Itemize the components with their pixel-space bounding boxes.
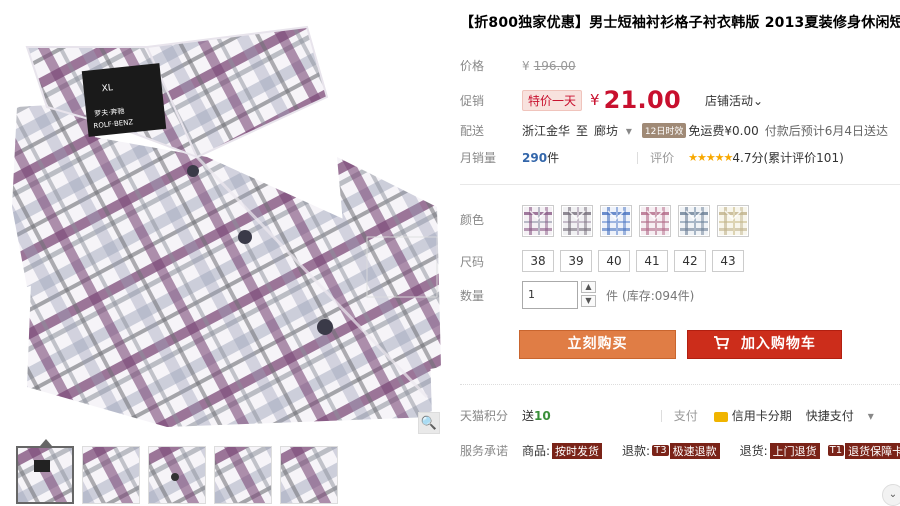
divider [637,151,639,164]
size-option-39[interactable]: 39 [560,250,592,272]
thumbnail-1[interactable] [16,446,74,504]
main-product-image[interactable]: XL 罗夫·奔驰 ROLF·BENZ [7,7,441,435]
size-label: 尺码 [460,254,485,269]
color-row: 颜色 [460,205,749,237]
product-title: 【折800独家优惠】男士短袖衬衫格子衬衣韩版 2013夏装修身休闲短 [460,15,900,31]
shirt-illustration: XL 罗夫·奔驰 ROLF·BENZ [7,7,441,435]
price-currency: ¥ [522,58,530,73]
color-swatch-purple-gray[interactable] [522,205,554,237]
cart-icon [713,336,741,352]
size-option-42[interactable]: 42 [674,250,706,272]
divider [460,384,900,385]
service-label: 服务承诺 [460,444,509,458]
zoom-icon[interactable]: 🔍 [418,412,440,434]
size-option-38[interactable]: 38 [522,250,554,272]
points-label: 天猫积分 [460,409,509,423]
delivery-estimate: 付款后预计6月4日送达 [764,124,888,138]
promo-label: 促销 [460,93,485,108]
chevron-down-icon: ⌄ [753,93,764,108]
floating-scroll-icon[interactable]: ⌄ [882,484,900,506]
points-row: 天猫积分 送 10 支付 信用卡分期 快捷支付 ▾ [460,407,874,424]
thumbnail-2[interactable] [82,446,140,504]
rating-stars-icon: ★★★★★ [688,151,733,164]
price-row: 价格 ¥ 196.00 [460,57,576,74]
color-swatch-mauve[interactable] [639,205,671,237]
thumbnail-5[interactable] [280,446,338,504]
payment-label: 支付 [673,409,698,423]
sales-label: 月销量 [460,151,497,165]
service-goods-tag[interactable]: 按时发货 [552,442,603,459]
service-row: 服务承诺 商品: 按时发货 退款: T3 极速退款 退货: 上门退货 T1 退货… [460,442,900,459]
promo-row: 促销 特价一天 ¥ 21.00 店铺活动⌄ [460,86,763,114]
shipping-label: 配送 [460,124,485,138]
shipping-dest: 廊坊 [594,124,619,138]
credit-card-installment[interactable]: 信用卡分期 [713,407,792,424]
points-prefix: 送 [522,409,535,423]
original-price: 196.00 [533,58,576,73]
credit-card-label: 信用卡分期 [731,409,792,423]
shipping-row: 配送 浙江金华 至 廊坊 ▾ 12日时效 免运费¥0.00 付款后预计6月4日送… [460,122,888,139]
color-label: 颜色 [460,213,485,227]
stock-text: (库存:094件) [622,289,695,303]
fast-pay[interactable]: 快捷支付 [806,407,854,424]
triangle-down-icon: ▾ [625,124,632,138]
add-to-cart-label: 加入购物车 [740,336,816,352]
service-return: 退货: [739,444,768,458]
service-return-tag-2[interactable]: 退货保障卡 [845,442,900,459]
divider [660,409,662,422]
shipping-fee: 免运费¥0.00 [688,124,759,138]
points-value: 10 [534,408,551,423]
size-row: 尺码 38 39 40 41 42 43 [460,250,744,272]
shipping-to-word: 至 [576,124,589,138]
service-refund: 退款: [622,444,651,458]
triangle-down-icon[interactable]: ▾ [868,409,874,423]
size-option-40[interactable]: 40 [598,250,630,272]
price-label: 价格 [460,59,485,73]
size-option-list: 38 39 40 41 42 43 [522,250,744,272]
sales-unit: 件 [547,151,560,165]
thumbnail-strip [16,446,338,504]
thumbnail-4[interactable] [214,446,272,504]
thumb-active-indicator [40,439,52,446]
shop-activity-dropdown[interactable]: 店铺活动⌄ [705,92,763,109]
shop-activity-label: 店铺活动 [704,93,753,108]
size-option-41[interactable]: 41 [636,250,668,272]
buy-now-button[interactable]: 立刻购买 [519,330,676,359]
quantity-row: 数量 1 ▲ ▼ 件 (库存:094件) [460,281,694,309]
service-return-tag[interactable]: 上门退货 [769,442,820,459]
rating-link[interactable]: 4.7分(累计评价101) [732,149,843,166]
delivery-time-badge: 12日时效 [641,123,687,138]
thumbnail-3[interactable] [148,446,206,504]
add-to-cart-button[interactable]: 加入购物车 [687,330,842,359]
rating-label: 评价 [650,151,675,165]
credit-card-icon [713,411,728,422]
size-option-43[interactable]: 43 [712,250,744,272]
color-swatch-list [522,205,749,237]
quantity-input[interactable]: 1 [522,281,578,309]
quantity-unit: 件 [606,289,619,303]
color-swatch-blue[interactable] [600,205,632,237]
shipping-from: 浙江金华 [522,124,571,138]
quantity-stepper: ▲ ▼ [581,281,596,307]
color-swatch-khaki[interactable] [717,205,749,237]
color-swatch-gray-purple[interactable] [561,205,593,237]
color-swatch-steel-blue[interactable] [678,205,710,237]
divider [460,184,900,185]
shipping-dest-selector[interactable]: 廊坊 ▾ [594,122,632,139]
service-goods: 商品: [522,444,551,458]
quantity-label: 数量 [460,289,485,303]
quantity-down-icon[interactable]: ▼ [581,295,596,307]
sales-value: 290 [522,150,548,165]
svg-text:XL: XL [101,83,113,94]
service-refund-badge: T3 [652,445,669,456]
service-refund-tag[interactable]: 极速退款 [669,442,720,459]
promo-tag: 特价一天 [522,89,583,111]
sales-row: 月销量 290 件 评价 ★★★★★ 4.7分(累计评价101) [460,149,844,166]
promo-currency: ¥ [590,91,600,109]
quantity-up-icon[interactable]: ▲ [581,281,596,293]
service-return-badge: T1 [827,445,845,456]
promo-price: 21.00 [603,86,681,114]
